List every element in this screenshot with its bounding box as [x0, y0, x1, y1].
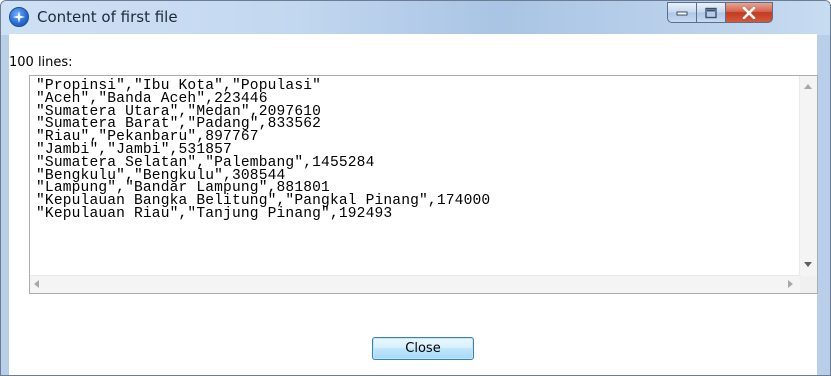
- close-icon: [742, 6, 756, 19]
- vertical-scrollbar[interactable]: [799, 76, 817, 276]
- file-content-text[interactable]: "Propinsi","Ibu Kota","Populasi" "Aceh",…: [36, 79, 490, 222]
- horizontal-scrollbar[interactable]: [30, 275, 801, 293]
- maximize-icon: [705, 7, 717, 18]
- window-close-button[interactable]: [725, 2, 773, 23]
- line-count-label: 100 lines:: [9, 55, 73, 70]
- scroll-up-arrow-icon[interactable]: [804, 84, 812, 89]
- scrollbar-corner: [800, 276, 817, 293]
- java-app-icon: [9, 7, 29, 27]
- scroll-left-arrow-icon[interactable]: [34, 280, 39, 288]
- minimize-icon: [676, 11, 688, 15]
- minimize-button[interactable]: [667, 2, 697, 23]
- close-button[interactable]: Close: [372, 337, 474, 360]
- title-bar[interactable]: Content of first file: [1, 1, 830, 35]
- scroll-down-arrow-icon[interactable]: [804, 262, 812, 267]
- maximize-button[interactable]: [696, 2, 726, 23]
- window-title: Content of first file: [37, 8, 178, 26]
- scroll-right-arrow-icon[interactable]: [788, 280, 793, 288]
- file-content-textarea[interactable]: "Propinsi","Ibu Kota","Populasi" "Aceh",…: [29, 75, 818, 294]
- dialog-window: Content of first file 100 lines: "Propin…: [0, 0, 831, 376]
